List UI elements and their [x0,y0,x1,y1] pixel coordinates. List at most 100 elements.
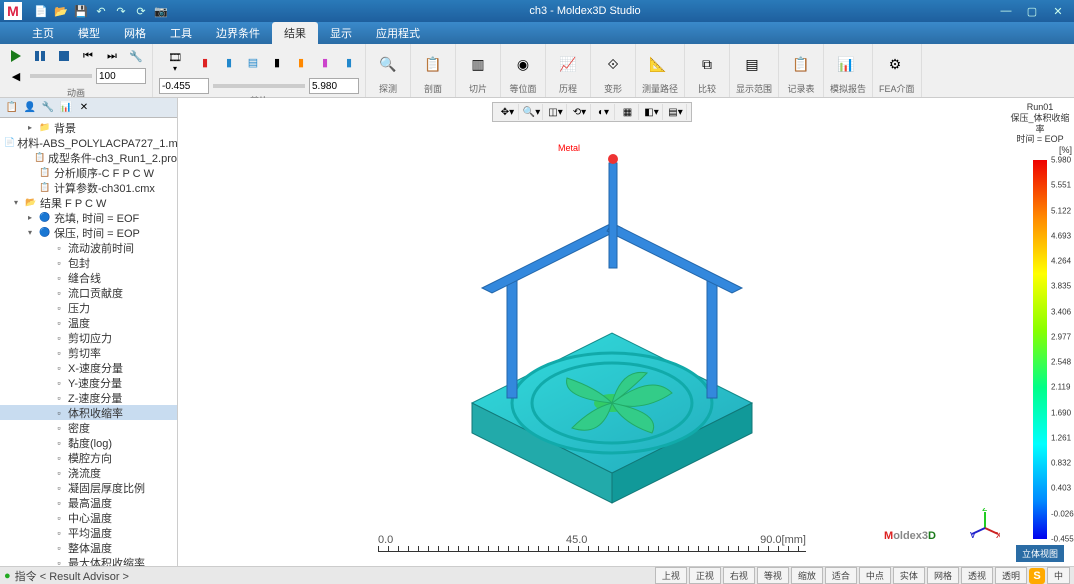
ribbon-变形[interactable]: ⟐ [597,48,629,80]
clip-max-input[interactable] [309,78,359,94]
tree-tab-3[interactable]: 🔧 [40,100,56,116]
vp-mesh-icon[interactable]: ▤▾ [665,104,687,120]
vp-cube-icon[interactable]: ◫▾ [545,104,567,120]
tree-item-9[interactable]: ▫包封 [0,255,177,270]
legend-view-button[interactable]: 立体视图 [1016,545,1064,562]
clip-bar4-icon[interactable]: ▮ [315,52,335,72]
status-btn-缩放[interactable]: 缩放 [791,567,823,584]
menu-model[interactable]: 模型 [66,22,112,44]
qat-refresh-icon[interactable]: ⟳ [134,4,148,18]
vp-grid-icon[interactable]: ▦ [617,104,639,120]
tree-tab-1[interactable]: 📋 [4,100,20,116]
ime-icon[interactable]: S [1029,568,1045,584]
menu-bc[interactable]: 边界条件 [204,22,272,44]
viewport-3d[interactable]: ✥▾ 🔍▾ ◫▾ ⟲▾ ◐▾ ▦ ◧▾ ▤▾ Metal [178,98,1006,566]
ribbon-历程[interactable]: 📈 [552,48,584,80]
ribbon-记录表[interactable]: 📋 [785,48,817,80]
status-btn-右视[interactable]: 右视 [723,567,755,584]
vp-shade-icon[interactable]: ◐▾ [593,104,615,120]
status-btn-上视[interactable]: 上视 [655,567,687,584]
tree-body[interactable]: ▸📁背景📄材料-ABS_POLYLACPA727_1.mtr📋成型条件-ch3_… [0,118,177,566]
minimize-button[interactable]: — [994,3,1018,19]
tree-item-19[interactable]: ▫体积收缩率 [0,405,177,420]
tree-item-25[interactable]: ▫最高温度 [0,495,177,510]
menu-tools[interactable]: 工具 [158,22,204,44]
ribbon-剖面[interactable]: 📋 [417,48,449,80]
tree-item-10[interactable]: ▫缝合线 [0,270,177,285]
tree-item-4[interactable]: 📋计算参数-ch301.cmx [0,180,177,195]
clip-bar5-icon[interactable]: ▮ [339,52,359,72]
tree-item-21[interactable]: ▫黏度(log) [0,435,177,450]
qat-new-icon[interactable]: 📄 [34,4,48,18]
anim-slider[interactable] [30,74,92,78]
menu-results[interactable]: 结果 [272,22,318,44]
tree-item-15[interactable]: ▫剪切率 [0,345,177,360]
tree-item-3[interactable]: 📋分析顺序-C F P C W [0,165,177,180]
tree-tab-4[interactable]: 📊 [58,100,74,116]
ribbon-探测[interactable]: 🔍 [372,48,404,80]
tree-item-14[interactable]: ▫剪切应力 [0,330,177,345]
ribbon-比较[interactable]: ⧉ [691,48,723,80]
legend-colorbar[interactable]: 5.9805.5515.1224.6934.2643.8353.4062.977… [1033,160,1047,539]
tree-item-28[interactable]: ▫整体温度 [0,540,177,555]
tree-item-12[interactable]: ▫压力 [0,300,177,315]
tree-item-16[interactable]: ▫X-速度分量 [0,360,177,375]
ribbon-测量路径[interactable]: 📐 [642,48,674,80]
qat-redo-icon[interactable]: ↷ [114,4,128,18]
status-btn-正视[interactable]: 正视 [689,567,721,584]
status-btn-透视[interactable]: 透视 [961,567,993,584]
ribbon-模拟报告[interactable]: 📊 [830,48,862,80]
clip-list-icon[interactable]: ▤ [243,52,263,72]
ribbon-等位面[interactable]: ◉ [507,48,539,80]
status-btn-网格[interactable]: 网格 [927,567,959,584]
clip-slider[interactable] [213,84,305,88]
tree-item-7[interactable]: ▾🔵保压, 时间 = EOP [0,225,177,240]
maximize-button[interactable]: ▢ [1020,3,1044,19]
tree-item-2[interactable]: 📋成型条件-ch3_Run1_2.pro [0,150,177,165]
tree-item-1[interactable]: 📄材料-ABS_POLYLACPA727_1.mtr [0,135,177,150]
tree-item-29[interactable]: ▫最大体积收缩率 [0,555,177,566]
menu-apps[interactable]: 应用程式 [364,22,432,44]
ribbon-FEA介面[interactable]: ⚙ [879,48,911,80]
tree-item-20[interactable]: ▫密度 [0,420,177,435]
stop-button[interactable] [54,46,74,66]
status-btn-透明[interactable]: 透明 [995,567,1027,584]
menu-home[interactable]: 主页 [20,22,66,44]
vp-select-icon[interactable]: ✥▾ [497,104,519,120]
tree-item-18[interactable]: ▫Z-速度分量 [0,390,177,405]
ribbon-切片[interactable]: ▥ [462,48,494,80]
pause-button[interactable] [30,46,50,66]
vp-zoom-icon[interactable]: 🔍▾ [521,104,543,120]
clip-button[interactable]: 🎞▾ [159,46,191,78]
frame-input[interactable] [96,68,146,84]
qat-camera-icon[interactable]: 📷 [154,4,168,18]
ribbon-显示范围[interactable]: ▤ [736,48,768,80]
status-btn-等视[interactable]: 等视 [757,567,789,584]
clip-min-input[interactable] [159,78,209,94]
tree-item-13[interactable]: ▫温度 [0,315,177,330]
tree-item-8[interactable]: ▫流动波前时间 [0,240,177,255]
qat-undo-icon[interactable]: ↶ [94,4,108,18]
qat-save-icon[interactable]: 💾 [74,4,88,18]
status-btn-实体[interactable]: 实体 [893,567,925,584]
clip-bar1-icon[interactable]: ▮ [195,52,215,72]
qat-open-icon[interactable]: 📂 [54,4,68,18]
close-button[interactable]: ✕ [1046,3,1070,19]
tree-tab-2[interactable]: 👤 [22,100,38,116]
ime-lang[interactable]: 中 [1047,567,1070,584]
vp-rotate-icon[interactable]: ⟲▾ [569,104,591,120]
status-btn-中点[interactable]: 中点 [859,567,891,584]
tree-item-5[interactable]: ▾📂结果 F P C W [0,195,177,210]
tree-item-26[interactable]: ▫中心温度 [0,510,177,525]
tree-item-6[interactable]: ▸🔵充填, 时间 = EOF [0,210,177,225]
play-button[interactable] [6,46,26,66]
tree-item-24[interactable]: ▫凝固层厚度比例 [0,480,177,495]
menu-display[interactable]: 显示 [318,22,364,44]
step-fwd-button[interactable]: ⏭ [102,46,122,66]
axis-gizmo[interactable]: z x y [970,508,1000,538]
tree-item-11[interactable]: ▫流口贡献度 [0,285,177,300]
menu-mesh[interactable]: 网格 [112,22,158,44]
tree-item-0[interactable]: ▸📁背景 [0,120,177,135]
step-back-button[interactable]: ⏮ [78,46,98,66]
tree-item-27[interactable]: ▫平均温度 [0,525,177,540]
